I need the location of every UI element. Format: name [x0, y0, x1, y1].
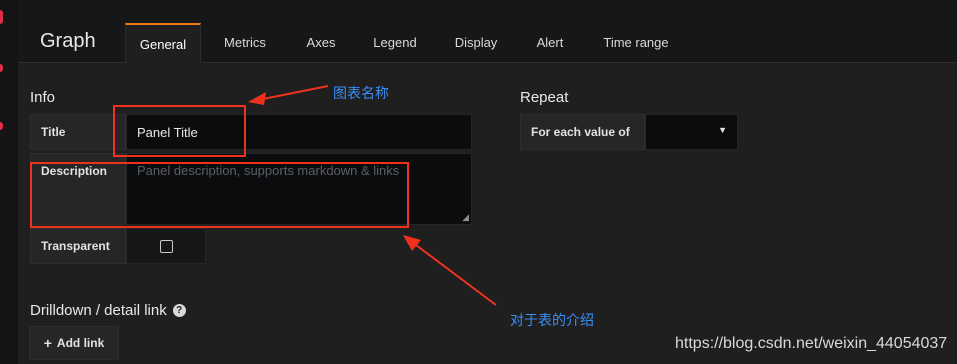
panel-editor: Graph General Metrics Axes Legend Displa…	[18, 0, 957, 364]
rail-indicator	[0, 64, 3, 72]
watermark-text: https://blog.csdn.net/weixin_44054037	[675, 335, 948, 352]
rail-indicator	[0, 122, 3, 130]
rail-indicator	[0, 10, 3, 24]
arrow-head-title	[248, 92, 266, 105]
annotation-arrows	[248, 85, 497, 306]
arrow-line-title	[257, 85, 329, 101]
arrow-head-description	[403, 235, 421, 251]
annotation-note-description: 对于表的介绍	[510, 312, 594, 328]
left-sidebar-rail	[0, 0, 18, 364]
arrow-line-description	[411, 241, 497, 306]
annotation-note-title: 图表名称	[333, 85, 389, 101]
